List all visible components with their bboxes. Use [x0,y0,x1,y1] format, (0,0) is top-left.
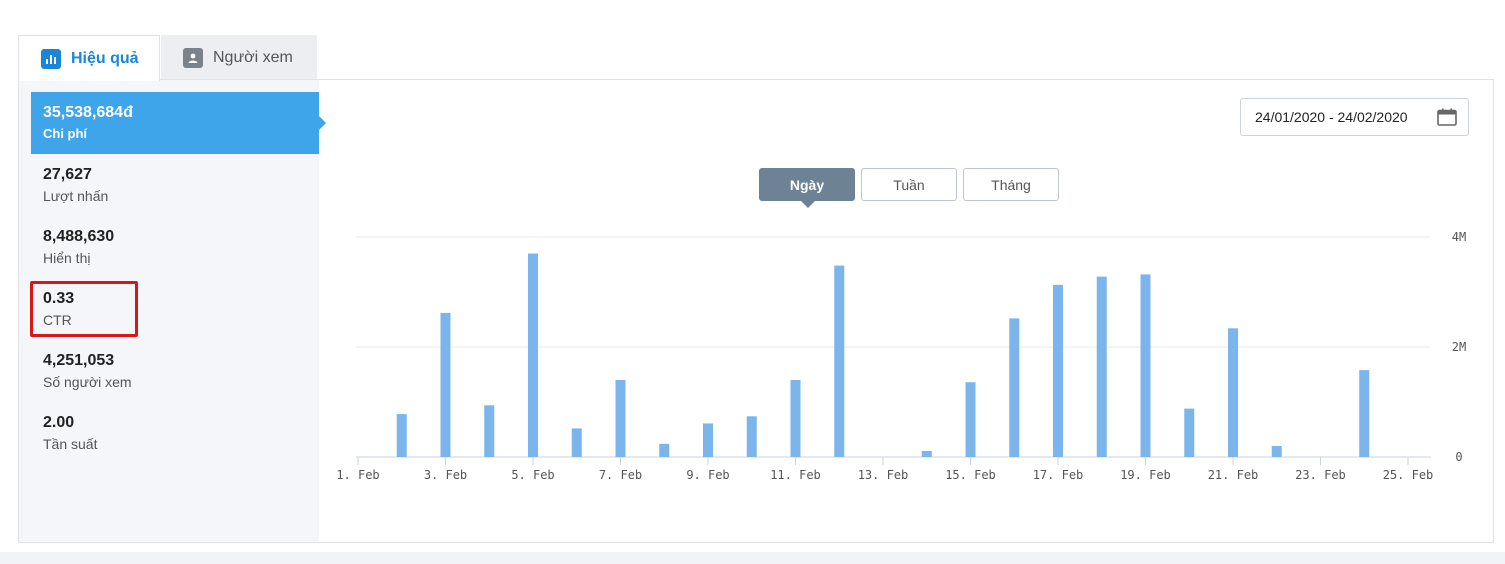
tab-performance[interactable]: Hiệu quả [18,35,160,81]
x-tick-label: 3. Feb [424,468,467,482]
bar [1096,276,1107,457]
bar [396,414,407,457]
y-tick-label: 0 [1455,450,1462,464]
x-tick-label: 5. Feb [511,468,554,482]
bar [1359,370,1370,457]
x-tick-label: 1. Feb [336,468,379,482]
bar [1184,408,1195,457]
bar [921,450,932,457]
bar [790,380,801,457]
x-tick-label: 23. Feb [1295,468,1346,482]
x-tick-label: 9. Feb [686,468,729,482]
user-card-icon [183,47,203,68]
bar [571,428,582,457]
y-tick-label: 4M [1452,230,1466,244]
bar [834,265,845,457]
x-tick-label: 11. Feb [770,468,821,482]
bar [484,405,495,457]
tab-label: Hiệu quả [71,49,139,67]
performance-panel: 35,538,684đ Chi phí 27,627 Lượt nhấn 8,4… [18,79,1494,543]
bar [1053,284,1063,457]
bottom-strip [0,552,1505,564]
x-tick-label: 17. Feb [1033,468,1084,482]
bar [1009,318,1020,457]
x-tick-label: 19. Feb [1120,468,1171,482]
page: Hiệu quả Người xem 35,538,684đ Chi phí 2… [0,0,1505,564]
tab-viewers[interactable]: Người xem [161,35,317,80]
bar [965,382,976,457]
bar [1228,328,1238,457]
bar [528,253,538,457]
x-tick-label: 15. Feb [945,468,996,482]
x-tick-label: 25. Feb [1383,468,1434,482]
bar [1271,446,1282,457]
x-tick-label: 7. Feb [599,468,642,482]
x-tick-label: 13. Feb [858,468,909,482]
bar [703,423,713,457]
bar [440,312,451,457]
bar-chart-icon [41,48,61,69]
daily-bar-chart: 0 2M 4M 1. Feb 3. Feb 5. Feb 7. Feb 9. Feb 11. F… [336,230,1466,482]
bar [615,380,626,457]
x-tick-label: 21. Feb [1208,468,1259,482]
bar [659,443,670,457]
bar [746,416,757,457]
tab-label: Người xem [213,48,293,66]
y-tick-label: 2M [1452,340,1466,354]
bar [1140,274,1151,457]
